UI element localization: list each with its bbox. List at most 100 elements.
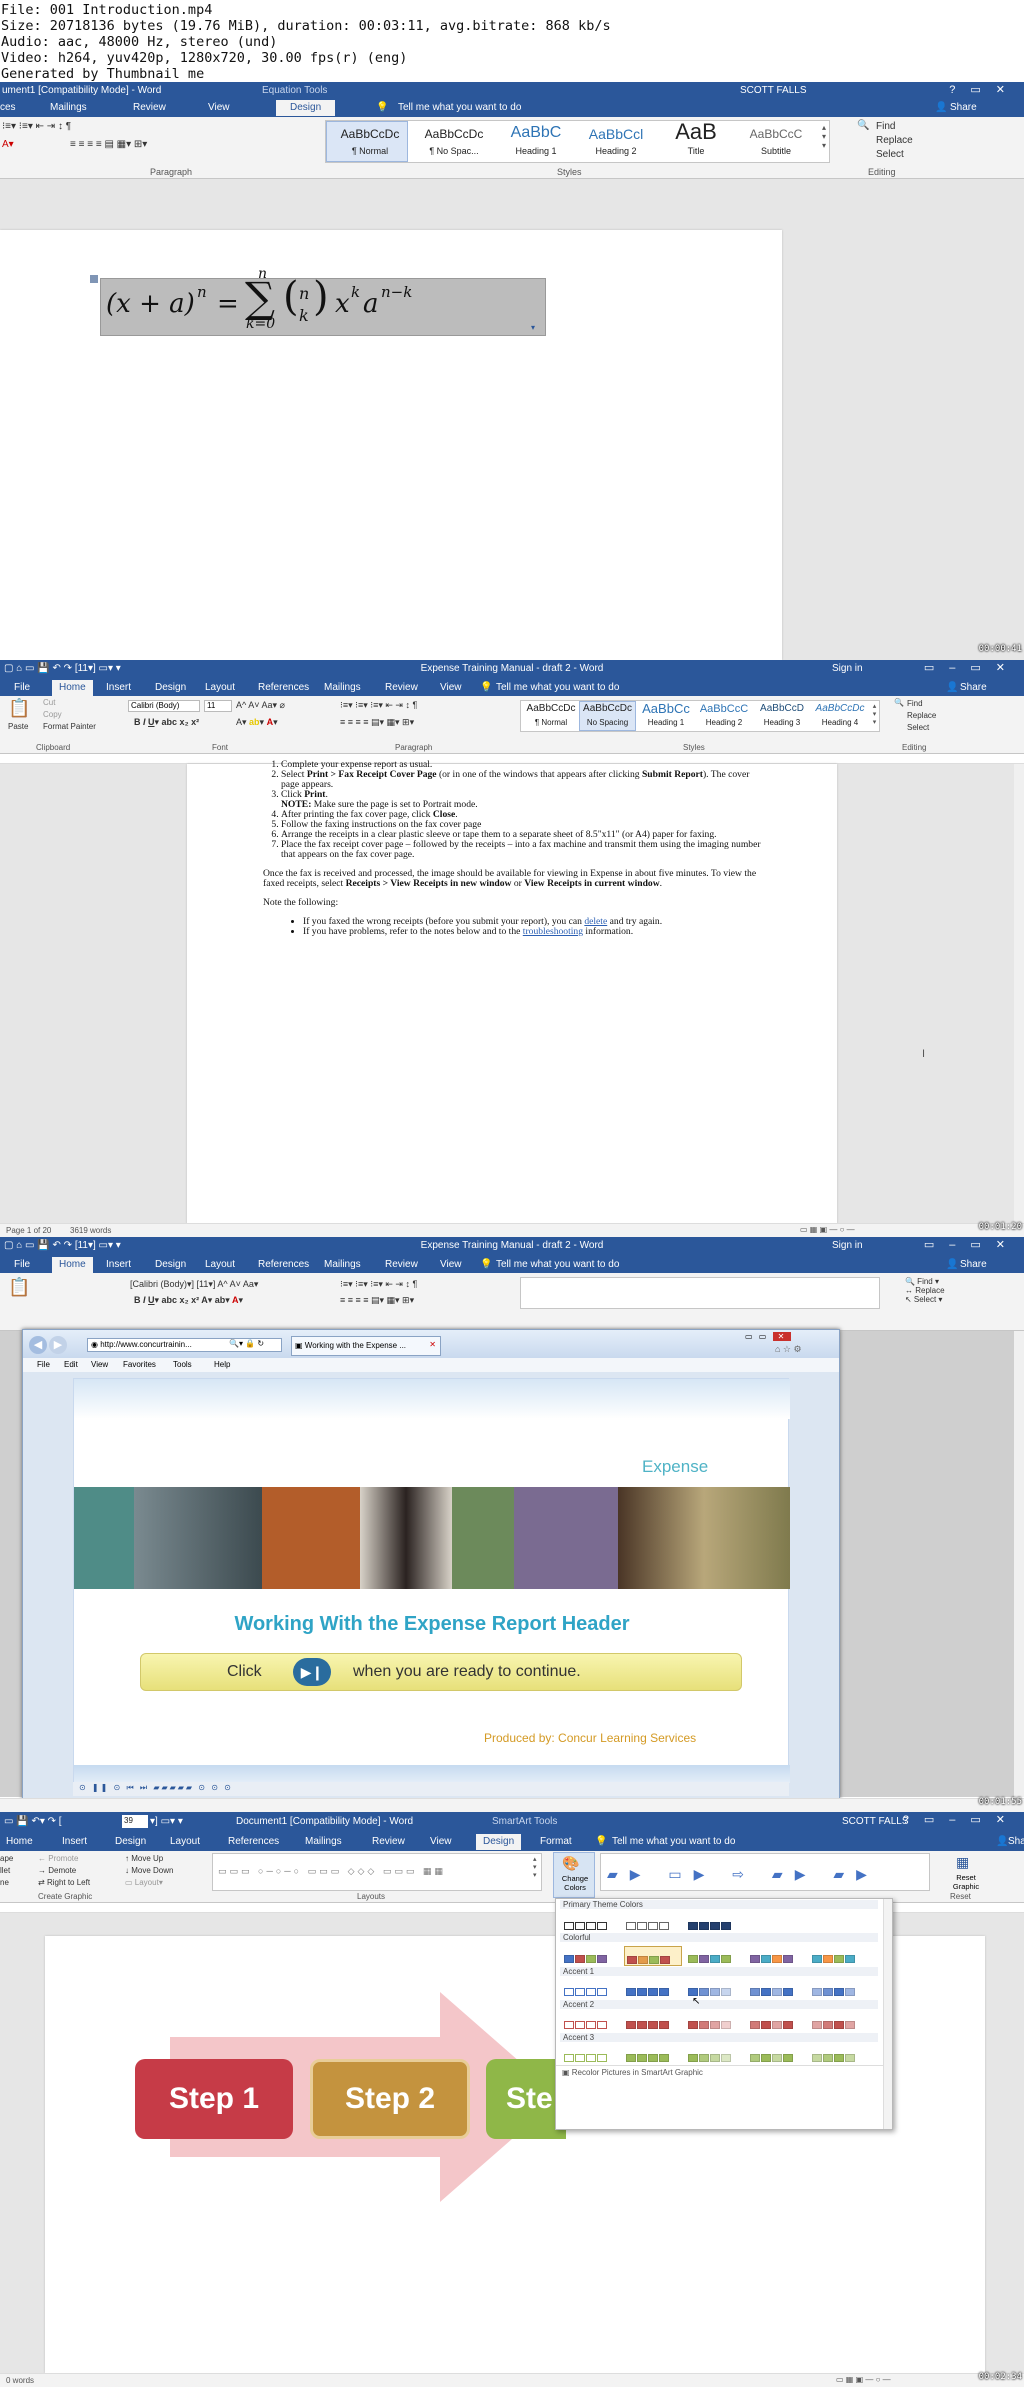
tab-home[interactable]: Home bbox=[6, 1836, 33, 1847]
tab-format[interactable]: Format bbox=[540, 1836, 572, 1847]
zoom-box[interactable]: 39 bbox=[122, 1815, 148, 1828]
window-controls[interactable]: ▭–▭✕ bbox=[924, 1238, 1020, 1251]
font-grow-icons[interactable]: A^ A˅ Aa▾ ⌀ bbox=[236, 700, 285, 711]
paste-icon[interactable]: 📋 bbox=[8, 1277, 30, 1298]
sign-in-link[interactable]: Sign in bbox=[832, 663, 863, 674]
equation-handle-icon[interactable] bbox=[90, 275, 98, 283]
menu-help[interactable]: Help bbox=[214, 1360, 230, 1369]
tab-home[interactable]: Home bbox=[52, 1257, 93, 1273]
text-effects-icons[interactable]: A▾ ab▾ A▾ bbox=[236, 717, 278, 728]
home-star-gear-icons[interactable]: ⌂ ☆ ⚙ bbox=[775, 1344, 802, 1355]
tell-me-search[interactable]: Tell me what you want to do bbox=[612, 1836, 735, 1847]
share-button[interactable]: Share bbox=[960, 1259, 987, 1270]
color-option-accent2[interactable] bbox=[564, 2016, 608, 2029]
play-continue-icon[interactable]: ▶❙ bbox=[293, 1658, 331, 1686]
style-thumbnails-icon[interactable]: ▰▶ ▭▶ ⇨ ▰▶ ▰▶ bbox=[607, 1866, 879, 1883]
tab-smartart-design[interactable]: Design bbox=[476, 1834, 522, 1850]
tab-review[interactable]: Review bbox=[385, 682, 418, 693]
font-name-box[interactable]: Calibri (Body) bbox=[128, 700, 200, 712]
list-icons[interactable]: ⁝≡▾ ⁝≡▾ ⁝≡▾ ⇤ ⇥ ↕ ¶ bbox=[340, 700, 417, 711]
tab-mailings[interactable]: Mailings bbox=[305, 1836, 342, 1847]
word-count[interactable]: 0 words bbox=[6, 2376, 34, 2385]
color-option-accent3[interactable] bbox=[626, 2049, 670, 2062]
align-icons[interactable]: ≡ ≡ ≡ ≡ ▤▾ ▦▾ ⊞▾ bbox=[340, 717, 414, 728]
tab-mailings[interactable]: Mailings bbox=[324, 1259, 361, 1270]
tab-layout[interactable]: Layout bbox=[170, 1836, 200, 1847]
style-preview[interactable]: AaBbCcDc bbox=[523, 703, 579, 714]
move-up-button[interactable]: ↑ Move Up bbox=[125, 1854, 163, 1863]
share-button[interactable]: Share bbox=[950, 102, 977, 113]
select-button[interactable]: Select bbox=[876, 149, 904, 160]
color-option-outline[interactable] bbox=[564, 1917, 608, 1930]
left-cut-label[interactable]: llet bbox=[0, 1866, 10, 1875]
quick-access-icons[interactable]: ▭ 💾 ↶▾ ↷ [ bbox=[4, 1816, 62, 1827]
tab-design[interactable]: Design bbox=[276, 100, 336, 116]
sign-in-link[interactable]: Sign in bbox=[832, 1240, 863, 1251]
tab-view[interactable]: View bbox=[430, 1836, 452, 1847]
smartart-step-3[interactable]: Ste bbox=[486, 2059, 566, 2139]
window-controls[interactable]: ?▭✕ bbox=[949, 83, 1020, 96]
palette-scrollbar[interactable] bbox=[883, 1899, 892, 2129]
tell-me-search[interactable]: Tell me what you want to do bbox=[496, 1259, 619, 1270]
color-option-accent3[interactable] bbox=[688, 2049, 732, 2062]
style-preview[interactable]: AaBbCcDc bbox=[414, 127, 494, 141]
color-option-accent2[interactable] bbox=[750, 2016, 794, 2029]
format-painter-button[interactable]: Format Painter bbox=[43, 722, 96, 731]
style-preview[interactable]: AaBbCcD bbox=[753, 703, 811, 714]
font-color-icon[interactable]: A▾ bbox=[2, 139, 14, 150]
share-button[interactable]: Sha bbox=[1008, 1836, 1024, 1847]
close-tab-icon[interactable]: ✕ bbox=[429, 1340, 436, 1349]
color-option-accent2[interactable] bbox=[812, 2016, 856, 2029]
color-option-colorful[interactable] bbox=[688, 1950, 732, 1963]
color-option-accent3[interactable] bbox=[750, 2049, 794, 2062]
tab-layout[interactable]: Layout bbox=[205, 682, 235, 693]
gallery-scroll-icon[interactable]: ▴ ▾ ▾ bbox=[870, 702, 879, 726]
color-option-accent1[interactable] bbox=[750, 1983, 794, 1996]
font-controls-icons[interactable]: [Calibri (Body)▾] [11▾] A^ A˅ Aa▾ bbox=[130, 1279, 258, 1290]
view-icons[interactable]: ▭ ▦ ▣ — ○ — bbox=[800, 1225, 855, 1234]
style-preview[interactable]: AaBbCc bbox=[637, 701, 695, 716]
tab-home[interactable]: Home bbox=[52, 680, 93, 696]
color-option-accent1[interactable] bbox=[626, 1983, 670, 1996]
gallery-scroll-icon[interactable]: ▴ ▾ ▾ bbox=[819, 123, 829, 150]
tab-references[interactable]: References bbox=[258, 682, 309, 693]
tab-review[interactable]: Review bbox=[385, 1259, 418, 1270]
tab-insert[interactable]: Insert bbox=[106, 1259, 131, 1270]
layouts-gallery[interactable]: ▭▭▭ ○─○─○ ▭▭▭ ◇◇◇ ▭▭▭ ▦▦ ▴ ▾ ▾ bbox=[212, 1853, 542, 1891]
change-colors-button[interactable]: 🎨 Change Colors bbox=[553, 1852, 595, 1898]
user-name[interactable]: SCOTT FALLS bbox=[740, 85, 807, 96]
style-preview[interactable]: AaBbC bbox=[496, 124, 576, 142]
style-preview[interactable]: AaBbCcC bbox=[736, 127, 816, 141]
color-option-accent1[interactable] bbox=[688, 1983, 732, 1996]
browser-window[interactable]: ◀ ▶ ◉ http://www.concurtrainin... 🔍▾ 🔒 ↻… bbox=[22, 1329, 840, 1799]
replace-button[interactable]: Replace bbox=[907, 711, 936, 720]
equation-options-icon[interactable]: ▾ bbox=[531, 323, 535, 332]
copy-button[interactable]: Copy bbox=[43, 710, 62, 719]
tab-insert[interactable]: Insert bbox=[106, 682, 131, 693]
change-colors-dropdown[interactable]: Primary Theme Colors Colorful Accent 1 A… bbox=[555, 1898, 893, 2130]
cut-button[interactable]: Cut bbox=[43, 698, 55, 707]
find-button[interactable]: Find bbox=[876, 121, 895, 132]
color-option-accent3[interactable] bbox=[564, 2049, 608, 2062]
left-cut-label[interactable]: ne bbox=[0, 1878, 9, 1887]
equation-box[interactable]: (x + a) n = n ∑ k=0 ( n k ) x k a n−k ▾ bbox=[100, 266, 546, 336]
menu-file[interactable]: File bbox=[37, 1360, 50, 1369]
continue-banner[interactable]: Click ▶❙ when you are ready to continue. bbox=[140, 1653, 742, 1691]
styles-gallery[interactable] bbox=[520, 1277, 880, 1309]
move-down-button[interactable]: ↓ Move Down bbox=[125, 1866, 173, 1875]
share-button[interactable]: Share bbox=[960, 682, 987, 693]
right-to-left-button[interactable]: ⇄ Right to Left bbox=[38, 1878, 90, 1887]
menu-view[interactable]: View bbox=[91, 1360, 108, 1369]
troubleshooting-link[interactable]: troubleshooting bbox=[523, 926, 583, 937]
document-page[interactable]: Complete your expense report as usual. S… bbox=[187, 760, 837, 1224]
align-icons[interactable]: ≡ ≡ ≡ ≡ ▤▾ ▦▾ ⊞▾ bbox=[340, 1295, 414, 1306]
smartart-styles-gallery[interactable]: ▰▶ ▭▶ ⇨ ▰▶ ▰▶ bbox=[600, 1853, 930, 1891]
tab-layout[interactable]: Layout bbox=[205, 1259, 235, 1270]
replace-button[interactable]: Replace bbox=[876, 135, 913, 146]
paragraph-tools-icon[interactable]: ⁝≡▾ ⁝≡▾ ⇤ ⇥ ↕ ¶ bbox=[2, 121, 71, 132]
list-icons[interactable]: ⁝≡▾ ⁝≡▾ ⁝≡▾ ⇤ ⇥ ↕ ¶ bbox=[340, 1279, 417, 1290]
color-option-accent1[interactable] bbox=[564, 1983, 608, 1996]
vertical-scrollbar[interactable] bbox=[1014, 764, 1024, 1224]
align-icons[interactable]: ≡ ≡ ≡ ≡ ▤ ▦▾ ⊞▾ bbox=[70, 139, 147, 150]
browser-window-controls[interactable]: ▭ ▭ ✕ bbox=[745, 1332, 792, 1341]
